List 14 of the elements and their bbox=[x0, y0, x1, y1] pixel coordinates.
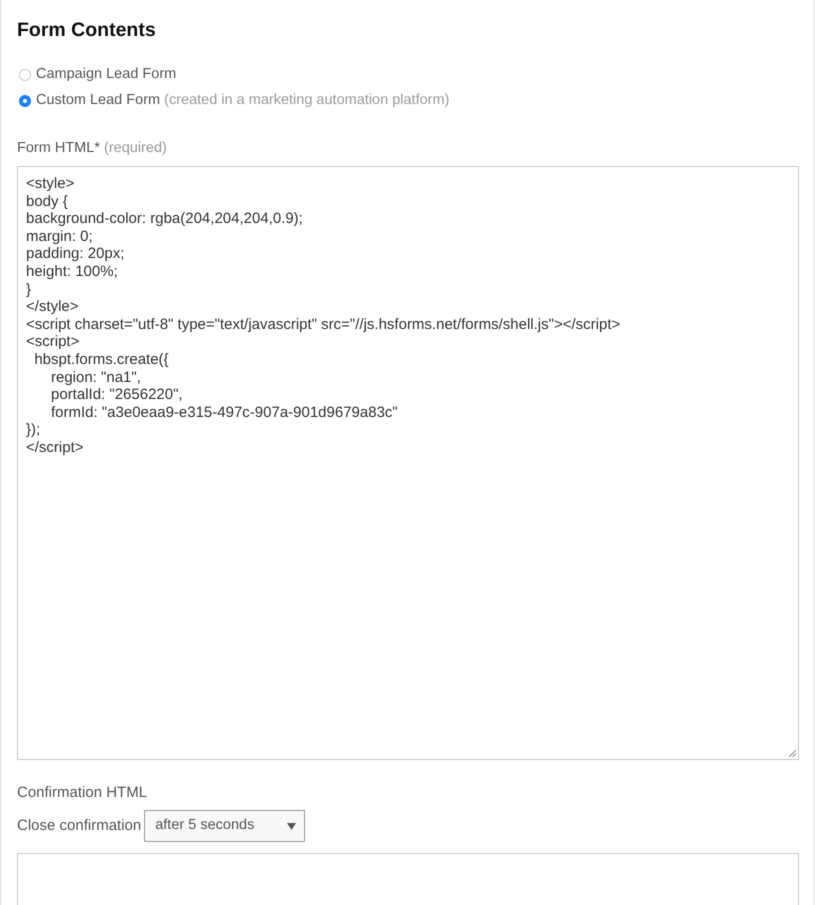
close-confirmation-select[interactable]: after 5 seconds bbox=[144, 810, 306, 842]
option-label[interactable]: Custom Lead Form bbox=[36, 90, 160, 112]
field-label: Confirmation HTML bbox=[17, 783, 148, 803]
caret-down-icon bbox=[287, 822, 296, 830]
option-label[interactable]: Campaign Lead Form bbox=[36, 64, 176, 86]
code-text-area[interactable]: <style> body { background-color: rgba(204,204,204,0.9); margin: 0; padding: 20px; height: 100%; } </style> <script charset="utf-8" type="text/javascript" src="//js.hsforms.net/forms/shell.js"></script> <script> hbspt.forms.create({ region: "na1", portalId: "2656220", formId: "a3e0eaa9-e315-497c-907a-901d9679a83c" }); </script> bbox=[17, 166, 799, 760]
field-label: Close confirmation bbox=[17, 816, 142, 836]
field-label: Form HTML* bbox=[17, 139, 100, 158]
option-hint: (created in a marketing automation platform) bbox=[164, 91, 450, 110]
resize-grip-icon[interactable] bbox=[788, 749, 796, 757]
field-hint: (required) bbox=[104, 139, 167, 158]
section-title: Form Contents bbox=[17, 18, 156, 42]
radio-button[interactable] bbox=[19, 95, 31, 107]
radio-button[interactable] bbox=[19, 69, 31, 81]
